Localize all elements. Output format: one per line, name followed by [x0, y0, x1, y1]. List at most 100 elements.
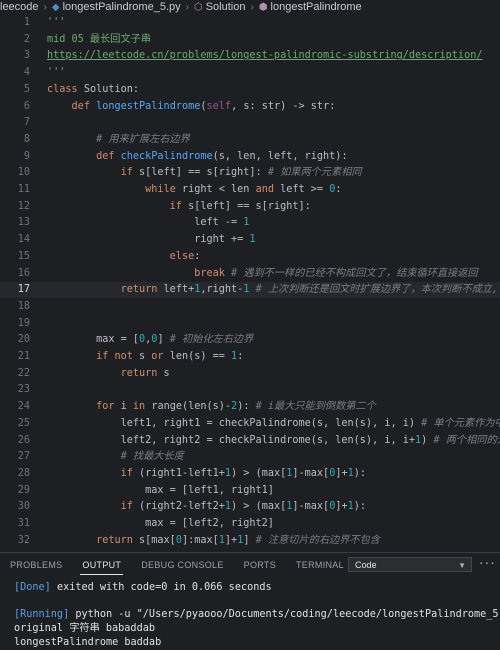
- breadcrumb-folder-label: leecode: [0, 1, 39, 13]
- output-channel-value: Code: [355, 560, 377, 570]
- code-line[interactable]: 14 right += 1: [0, 232, 500, 248]
- code-token: or: [151, 351, 170, 362]
- code-text: https://leetcode.cn/problems/longest-pal…: [47, 48, 482, 64]
- code-token: ):: [237, 401, 256, 413]
- output-channel-select[interactable]: Code ▼: [348, 557, 472, 572]
- code-line[interactable]: 28 if (right1-left1+1) > (max[1]-max[0]+…: [0, 466, 500, 482]
- breadcrumb-method[interactable]: ⬢ longestPalindrome: [259, 1, 362, 13]
- line-number: 6: [23, 100, 30, 112]
- code-token: mid 05 最长回文子串: [47, 33, 152, 45]
- code-text: left2, right2 = checkPalindrome(s, len(s…: [47, 433, 500, 449]
- code-line[interactable]: 11 while right < len and left >= 0:: [0, 182, 500, 198]
- code-line[interactable]: 30 if (right2-left2+1) > (max[1]-max[0]+…: [0, 499, 500, 515]
- code-line[interactable]: 10 if s[left] == s[right]: # 如果两个元素相同: [0, 165, 500, 181]
- output-done-tag: [Done]: [14, 582, 51, 593]
- code-token: if: [120, 467, 140, 479]
- line-number: 19: [17, 317, 30, 329]
- code-token: in: [132, 401, 152, 413]
- code-line[interactable]: 17 return left+1,right-1 # 上次判断还是回文时扩展边界…: [0, 282, 500, 299]
- code-line[interactable]: 16 break # 遇到不一样的已经不构成回文了，结束循环直接返回: [0, 266, 500, 282]
- tab-output[interactable]: OUTPUT: [72, 553, 131, 577]
- chevron-down-icon: ▼: [458, 561, 466, 570]
- python-file-icon: ◆: [51, 1, 60, 13]
- code-line[interactable]: 25 left1, right1 = checkPalindrome(s, le…: [0, 416, 500, 432]
- code-token: # 用来扩展左右边界: [96, 133, 190, 145]
- code-token: return: [120, 284, 164, 296]
- tab-ports[interactable]: PORTS: [234, 553, 286, 577]
- code-token: Solution:: [83, 83, 140, 95]
- code-line[interactable]: 22 return s: [0, 366, 500, 382]
- code-token: :: [237, 351, 244, 362]
- code-line[interactable]: 18: [0, 299, 500, 315]
- code-line[interactable]: 12 if s[left] == s[right]:: [0, 199, 500, 215]
- line-number: 21: [17, 351, 30, 362]
- more-icon[interactable]: ···: [478, 557, 496, 570]
- breadcrumb-folder[interactable]: leecode: [0, 1, 39, 13]
- line-number: 20: [17, 334, 30, 346]
- code-line[interactable]: 21 if not s or len(s) == 1:: [0, 349, 500, 365]
- line-number: 27: [17, 451, 30, 463]
- code-line[interactable]: 7: [0, 115, 500, 131]
- code-line[interactable]: 6 def longestPalindrome(self, s: str) ->…: [0, 99, 500, 115]
- line-number: 17: [17, 284, 30, 296]
- code-token: s: [163, 367, 170, 379]
- line-number: 1: [23, 17, 30, 28]
- code-line[interactable]: 3 https://leetcode.cn/problems/longest-pa…: [0, 48, 500, 64]
- line-number: 2: [23, 33, 30, 45]
- code-token: s[max[: [139, 534, 176, 545]
- code-token: ): [421, 434, 434, 446]
- line-number: 30: [17, 501, 30, 513]
- code-token: for: [96, 401, 121, 413]
- line-number: 15: [17, 250, 30, 262]
- code-text: if not s or len(s) == 1:: [47, 349, 243, 365]
- code-line[interactable]: 9 def checkPalindrome(s, len, left, righ…: [0, 149, 500, 165]
- code-line[interactable]: 23: [0, 382, 500, 398]
- code-line[interactable]: 1 ''': [0, 15, 500, 31]
- code-token: # 两个相同的元素作为中心扩: [433, 434, 500, 446]
- output-running-tag: [Running]: [14, 609, 70, 620]
- breadcrumb-class[interactable]: ⬡ Solution: [194, 1, 246, 13]
- output-line: original 字符串 babaddab: [14, 623, 155, 634]
- code-line[interactable]: 31 max = [left2, right2]: [0, 516, 500, 532]
- code-line[interactable]: 13 left -= 1: [0, 215, 500, 231]
- code-token: ]: [157, 334, 170, 346]
- line-number: 11: [17, 184, 30, 195]
- code-text: max = [left1, right1]: [47, 483, 274, 499]
- code-token: def: [96, 150, 121, 162]
- code-token: s: [139, 351, 152, 362]
- code-token: (right1-left1+: [139, 467, 225, 479]
- breadcrumb-file[interactable]: ◆ longestPalindrome_5.py: [52, 1, 181, 13]
- output-done-line: [Done] exited with code=0 in 0.066 secon…: [14, 581, 272, 595]
- code-token: break: [194, 267, 232, 279]
- code-line[interactable]: 4 ''': [0, 65, 500, 81]
- code-token: :: [194, 250, 201, 262]
- code-line[interactable]: 20 max = [0,0] # 初始化左右边界: [0, 332, 500, 348]
- code-token: max = [left1, right1]: [47, 484, 274, 496]
- tab-terminal[interactable]: TERMINAL: [286, 553, 354, 577]
- code-text: def longestPalindrome(self, s: str) -> s…: [47, 99, 336, 115]
- code-line[interactable]: 5 class Solution:: [0, 82, 500, 98]
- code-line[interactable]: 15 else:: [0, 249, 500, 265]
- code-line[interactable]: 26 left2, right2 = checkPalindrome(s, le…: [0, 433, 500, 449]
- breadcrumb-file-label: longestPalindrome_5.py: [62, 1, 181, 13]
- code-editor[interactable]: 1 ''' 2 mid 05 最长回文子串 3 https://leetcode.cn/p…: [0, 15, 500, 545]
- code-token: ]+: [335, 467, 348, 479]
- tab-problems[interactable]: PROBLEMS: [0, 553, 72, 577]
- code-line[interactable]: 27 # 找最大长度: [0, 449, 500, 465]
- code-line[interactable]: 29 max = [left1, right1]: [0, 483, 500, 499]
- code-token: ]: [243, 534, 256, 545]
- code-line[interactable]: 19: [0, 316, 500, 332]
- code-line[interactable]: 8 # 用来扩展左右边界: [0, 132, 500, 148]
- code-line[interactable]: 32 return s[max[0]:max[1]+1] # 注意切片的右边界不…: [0, 533, 500, 545]
- code-token: ]-max[: [292, 467, 330, 479]
- code-line[interactable]: 24 for i in range(len(s)-2): # i最大只能到倒数第…: [0, 399, 500, 415]
- code-token: and: [255, 184, 281, 195]
- code-line[interactable]: 2 mid 05 最长回文子串: [0, 32, 500, 48]
- code-token: else: [169, 250, 195, 262]
- tab-debug-console[interactable]: DEBUG CONSOLE: [131, 553, 233, 577]
